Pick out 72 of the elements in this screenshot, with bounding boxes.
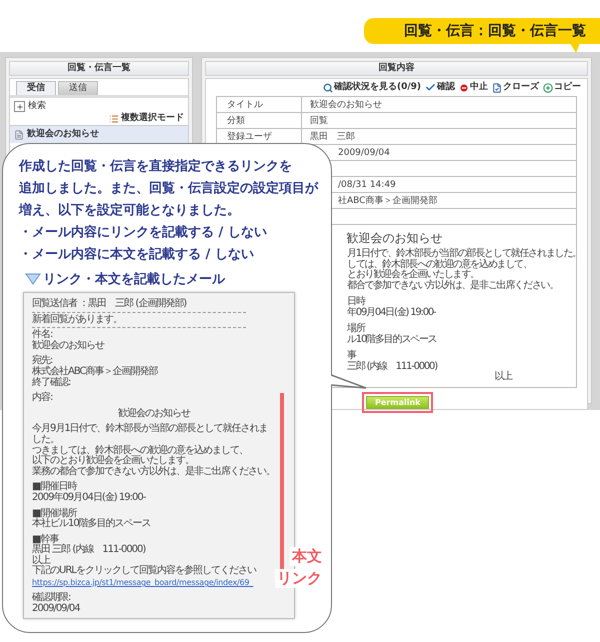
tab[interactable]: 受信	[16, 81, 56, 95]
panel-title: 回覧内容	[205, 61, 588, 76]
email-heading: リンク・本文を記載したメール	[43, 270, 225, 288]
plus-circle-icon	[543, 82, 553, 92]
email-line: 新着回覧があります。	[32, 314, 123, 326]
field-label: 登録ユーザ	[227, 130, 272, 143]
message-line: 日時	[347, 297, 365, 307]
panel-title: 回覧・伝言一覧	[9, 61, 189, 76]
email-line: 内容:	[32, 393, 54, 404]
email-line: ■開催日時	[32, 482, 77, 492]
email-line: 回覧送信者 ：黒田 三郎 (企画開発部)	[32, 299, 188, 310]
field-label: 分類	[227, 114, 245, 127]
email-line: ■幹事	[32, 534, 59, 545]
email-line: 2009年09月04日(金) 19:00-	[32, 492, 147, 504]
email-line: 以下のとおり歓迎会を企画いたします。	[32, 456, 194, 466]
toolbar-button[interactable]: クローズ	[492, 82, 539, 93]
email-line: 本社ビル10階多目的スペース	[32, 519, 152, 530]
toolbar-button[interactable]: 中止	[459, 82, 488, 93]
email-line: 業務の都合で参加できない方以外は、是非ご出席ください。	[32, 466, 276, 478]
callout-text: 作成した回覧・伝言を直接指定できるリンクを 追加しました。また、回覧・伝言設定の設定項目が 増え、以下を設定可能となりました。	[19, 158, 320, 220]
document-icon	[14, 130, 24, 140]
search-icon	[322, 82, 333, 92]
message-line: 事	[347, 351, 356, 361]
email-line: 終了確認:	[32, 378, 72, 388]
email-line: 下記のURLをクリックして回覧内容を参照してください	[32, 566, 258, 578]
email-line: 宛先:	[32, 356, 52, 366]
multi-select-button[interactable]: 複数選択モード	[109, 113, 184, 124]
email-line: 今月9月1日付で、鈴木部長が当部の部長として就任されました。	[32, 424, 269, 445]
field-value: /08/31 14:49	[338, 180, 396, 190]
message-title: 歓迎会のお知らせ	[346, 231, 442, 245]
url-link[interactable]: https://sp.bizca.jp/st1/message_board/message/index/69_	[32, 577, 276, 588]
message-line: 年09月04日(金) 19:00-	[347, 308, 436, 318]
triangle-icon	[25, 273, 41, 285]
email-line: 以上	[32, 556, 50, 566]
tab[interactable]: 送信	[58, 81, 98, 95]
email-line: 確認期限:	[32, 593, 72, 604]
email-line: ■開催場所	[32, 508, 77, 518]
email-line: つきましては、鈴木部長への歓迎の意を込めまして、	[32, 446, 249, 456]
check-icon	[425, 82, 436, 93]
field-value: 社ABC商事＞企画開発部	[338, 194, 438, 207]
message-line: とおり歓迎会を企画いたします。	[347, 270, 480, 280]
banner-pointer	[570, 43, 580, 53]
message-line: 以上	[494, 372, 512, 382]
stop-icon	[459, 82, 469, 92]
toolbar-button[interactable]: 確認状況を見る(0/9)	[322, 82, 421, 93]
email-line: 2009/09/04	[32, 604, 81, 614]
field-value: 歓迎会のお知らせ	[310, 98, 382, 111]
bullet-text: ・メール内容に本文を記載する / しない	[19, 246, 255, 264]
plus-icon	[14, 101, 25, 112]
toolbar-button[interactable]: 確認	[425, 82, 455, 93]
document-check-icon	[492, 82, 502, 92]
bullet-text: ・メール内容にリンクを記載する / しない	[19, 224, 268, 242]
list-icon	[109, 114, 119, 124]
toolbar-button[interactable]: コピー	[543, 82, 581, 93]
marker-label: 本文	[290, 547, 324, 566]
field-value: 黒田 三郎	[310, 130, 355, 143]
message-line: 月1日付で、鈴木部長が当部の部長として就任されました。	[347, 249, 581, 259]
search-toggle[interactable]: 検索	[14, 101, 46, 112]
field-label: タイトル	[227, 99, 263, 111]
message-line: 場所	[347, 324, 365, 334]
message-line: ル10階多目的スペース	[347, 334, 437, 345]
email-line: 黒田 三郎 (内線 111-0000)	[32, 545, 146, 556]
message-line: 三郎 (内線 111-0000)	[347, 362, 437, 372]
field-value: 回覧	[310, 115, 328, 127]
message-line: しては、鈴木部長への歓迎の意を込めまして、	[347, 260, 532, 270]
email-line: 件名:	[32, 330, 52, 340]
email-line: 歓迎会のお知らせ	[32, 340, 106, 352]
email-line: 株式会社ABC商事＞企画開発部	[32, 366, 159, 377]
field-value: 2009/09/04	[338, 148, 390, 158]
email-line: 歓迎会のお知らせ	[117, 408, 192, 420]
message-item[interactable]: 歓迎会のお知らせ	[10, 125, 188, 143]
message-line: 都合で参加できない方以外は、是非ご出席ください。	[347, 280, 558, 291]
